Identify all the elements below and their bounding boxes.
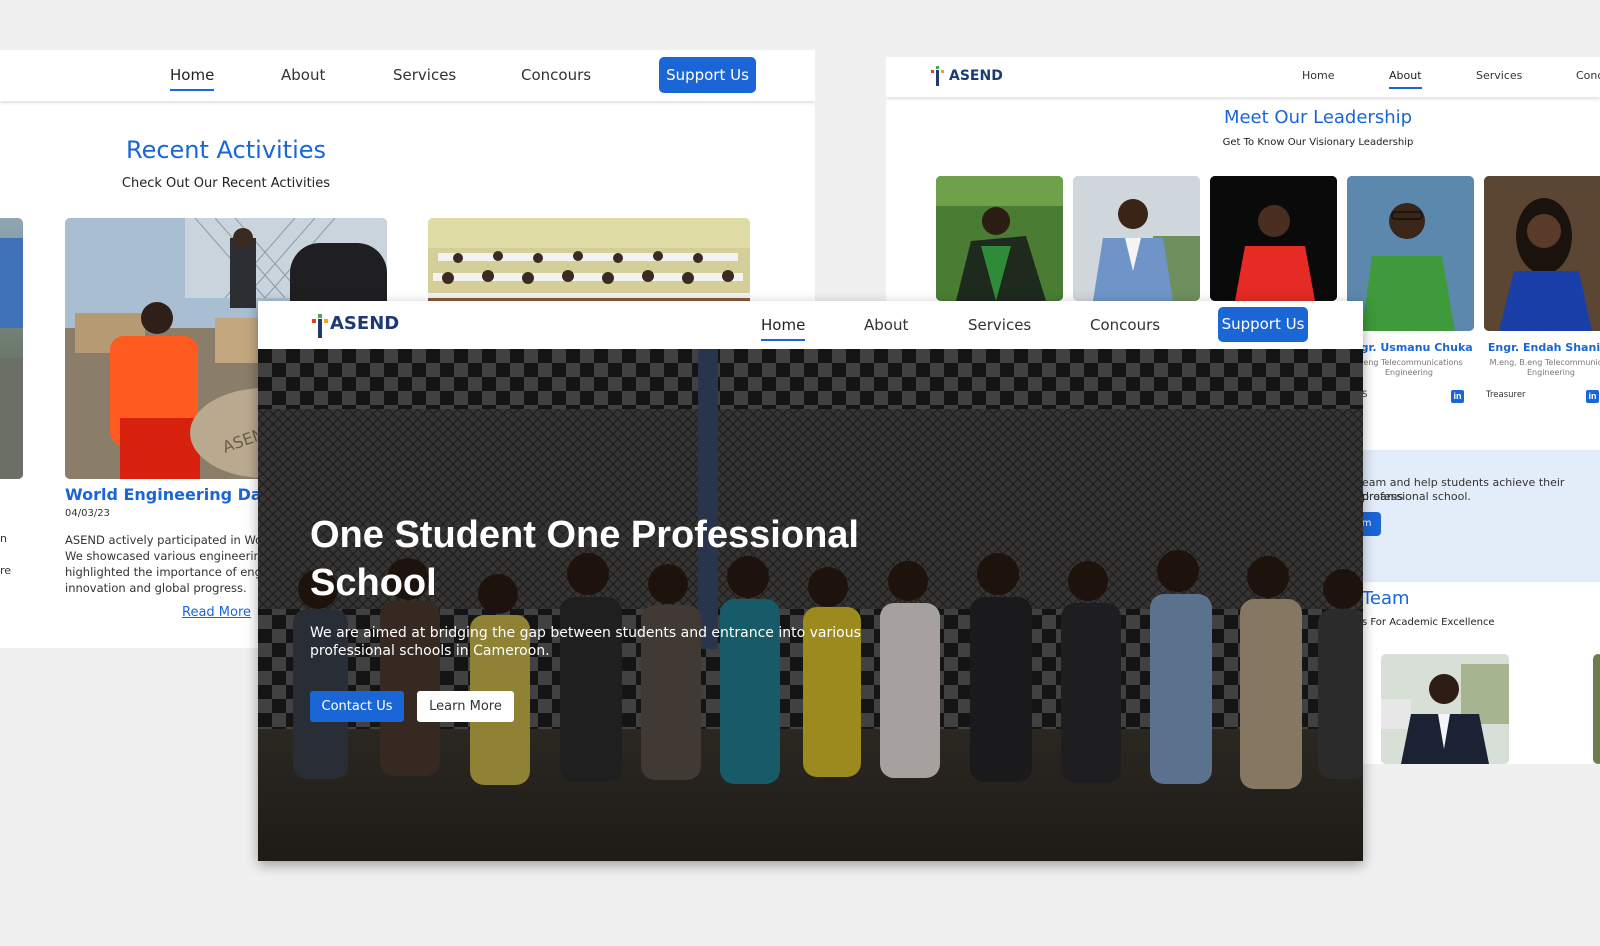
leader-photo-5-graphic (1484, 176, 1600, 331)
leadership-subtitle: Get To Know Our Visionary Leadership (1222, 137, 1414, 148)
hero-title-line-2: School (310, 562, 437, 604)
leader-name-endah: Engr. Endah Shanice (1487, 341, 1600, 354)
partial-text-1: n (0, 532, 7, 545)
leader-photo-1[interactable] (936, 176, 1063, 301)
photo-figure (0, 238, 23, 328)
leader-photo-3-graphic (1210, 176, 1337, 301)
nav-services-link[interactable]: Services (393, 66, 456, 84)
activity-description-line-2: We showcased various engineerin (65, 549, 261, 563)
logo-mark-graphic (931, 66, 944, 86)
hero-title-line-1: One Student One Professional (310, 514, 859, 556)
leader-role-endah: Treasurer (1486, 390, 1526, 400)
home-navbar: ASEND Home About Services Concours Suppo… (258, 301, 1363, 349)
team-subtitle: s For Academic Excellence (1362, 617, 1495, 628)
logo-mark-graphic (312, 313, 328, 338)
section-title: Recent Activities (125, 136, 327, 164)
hero-section: One Student One Professional School We a… (258, 349, 1363, 861)
exam-hall-photo[interactable] (428, 218, 750, 308)
activity-title: World Engineering Day (65, 485, 272, 504)
team-member-photo-partial (1593, 654, 1600, 764)
asend-logo-icon (931, 66, 945, 86)
asend-logo[interactable]: ASEND (312, 313, 400, 338)
logo-text: ASEND (949, 68, 1003, 84)
activity-photo-partial (0, 218, 23, 479)
linkedin-icon[interactable]: in (1451, 390, 1464, 403)
read-more-link[interactable]: Read More (182, 605, 251, 620)
activities-navbar: Home About Services Concours Support Us (0, 50, 815, 101)
activity-description-line-4: innovation and global progress. (65, 581, 247, 595)
nav-home-link[interactable]: Home (761, 316, 806, 341)
leader-photo-4[interactable] (1347, 176, 1474, 331)
section-subtitle: Check Out Our Recent Activities (121, 176, 331, 191)
nav-services-link[interactable]: Services (968, 316, 1031, 334)
asend-logo-icon (312, 313, 328, 338)
partial-text-2: re (0, 564, 12, 577)
hero-title: One Student One Professional School (310, 511, 930, 607)
activity-description-line-3: highlighted the importance of eng (65, 565, 262, 579)
leader-degree-endah-line2: Engineering (1527, 368, 1575, 377)
support-us-button[interactable]: Support Us (1218, 307, 1308, 342)
nav-about-link[interactable]: About (281, 66, 325, 84)
nav-home-link[interactable]: Home (1302, 69, 1334, 82)
home-page-card: ASEND Home About Services Concours Suppo… (258, 301, 1363, 861)
asend-logo[interactable]: ASEND (931, 66, 1003, 86)
leadership-title: Meet Our Leadership (1223, 107, 1413, 128)
hero-subtitle-line-2: professional schools in Cameroon. (310, 643, 550, 659)
leader-photo-1-graphic (936, 176, 1063, 301)
nav-concours-link[interactable]: Concours (521, 66, 591, 84)
exam-hall-illustration (428, 218, 750, 308)
team-title: Team (1362, 588, 1410, 609)
leader-photo-2-graphic (1073, 176, 1200, 301)
leader-photo-4-graphic (1347, 176, 1474, 331)
showcase-stage: Home About Services Concours Support Us … (0, 0, 1600, 946)
leadership-navbar: ASEND Home About Services Conc (886, 57, 1600, 97)
logo-text: ASEND (330, 313, 400, 334)
team-member-photo-graphic (1381, 654, 1509, 764)
nav-about-link[interactable]: About (1389, 69, 1422, 89)
activity-date: 04/03/23 (65, 508, 110, 519)
support-us-button[interactable]: Support Us (659, 57, 756, 93)
linkedin-icon[interactable]: in (1586, 390, 1599, 403)
nav-concours-link[interactable]: Conc (1576, 69, 1600, 82)
nav-services-link[interactable]: Services (1476, 69, 1522, 82)
leader-photo-5[interactable] (1484, 176, 1600, 331)
leader-degree-endah-line1: M.eng, B.eng Telecommunicati (1489, 358, 1600, 367)
nav-concours-link[interactable]: Concours (1090, 316, 1160, 334)
learn-more-button[interactable]: Learn More (417, 691, 514, 722)
hero-subtitle: We are aimed at bridging the gap between… (310, 624, 890, 660)
leader-photo-2[interactable] (1073, 176, 1200, 301)
band-text-line2: professional school. (1362, 490, 1471, 503)
activity-photo-partial-graphic (0, 238, 23, 479)
activity-description-line-1: ASEND actively participated in Wo (65, 533, 263, 547)
contact-us-button[interactable]: Contact Us (310, 691, 404, 722)
nav-home-link[interactable]: Home (170, 66, 215, 91)
nav-about-link[interactable]: About (864, 316, 908, 334)
hero-subtitle-line-1: We are aimed at bridging the gap between… (310, 625, 861, 641)
photo-floor (0, 358, 23, 479)
team-member-photo[interactable] (1381, 654, 1509, 764)
leader-photo-3[interactable] (1210, 176, 1337, 301)
